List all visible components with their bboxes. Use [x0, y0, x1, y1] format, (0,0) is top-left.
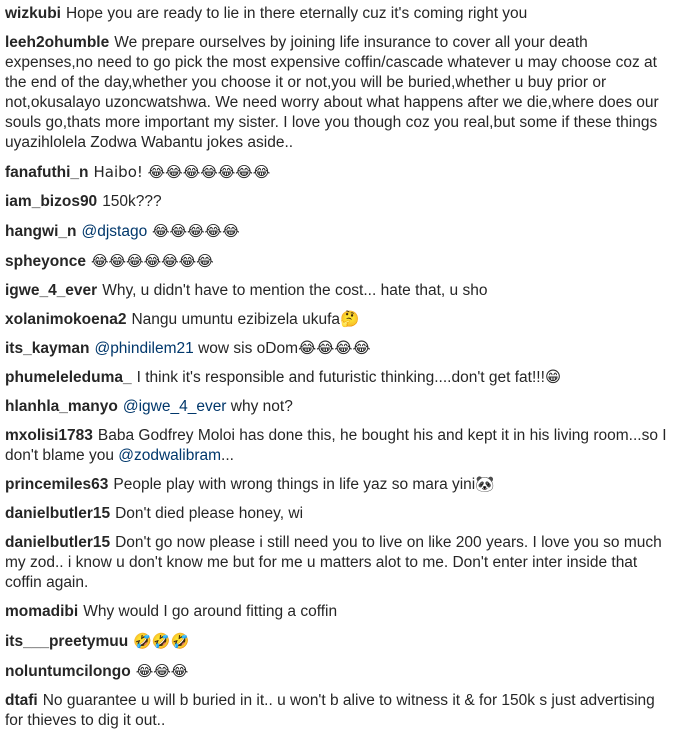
comment-mention[interactable]: @zodwalibram [118, 447, 221, 464]
comment-username[interactable]: its___preetymuu [5, 633, 128, 650]
comment: xolanimokoena2 Nangu umuntu ezibizela uku… [5, 310, 676, 330]
comment-text: 😂😂😂 [135, 662, 189, 680]
comment-username[interactable]: princemiles63 [5, 476, 108, 493]
comment-text: People play with wrong things in life ya… [113, 476, 495, 493]
comment: its_kayman @phindilem21 wow sis oDom😂😂😂😂 [5, 339, 676, 359]
comment-username[interactable]: danielbutler15 [5, 505, 110, 522]
comment-username[interactable]: iam_bizos90 [5, 193, 97, 210]
comment-username[interactable]: igwe_4_ever [5, 282, 97, 299]
comment-text: 150k??? [102, 193, 162, 210]
comment: momadibi Why would I go around fitting a … [5, 602, 676, 622]
comment-text: Hope you are ready to lie in there etern… [65, 5, 528, 22]
comment-username[interactable]: hangwi_n [5, 223, 76, 240]
comment-username[interactable]: spheyonce [5, 253, 86, 270]
comment: phumeleleduma_ I think it's responsible a… [5, 368, 676, 388]
comment-text: 😂😂😂😂😂 [147, 222, 240, 240]
comment: princemiles63 People play with wrong thin… [5, 475, 676, 495]
comment-mention[interactable]: @igwe_4_ever [123, 398, 227, 415]
comment: leeh2ohumble We prepare ourselves by join… [5, 33, 676, 153]
comment-username[interactable]: hlanhla_manyo [5, 398, 118, 415]
comment-mention[interactable]: @djstago [81, 223, 147, 240]
comment: mxolisi1783 Baba Godfrey Moloi has done t… [5, 426, 676, 466]
comment-text: Haibo! 😂😂😂😂😂😂😂 [93, 163, 271, 181]
comment: igwe_4_ever Why, u didn't have to mention… [5, 281, 676, 301]
comment-username[interactable]: fanafuthi_n [5, 164, 89, 181]
comment: danielbutler15 Don't go now please i stil… [5, 533, 676, 593]
comment-text: 🤣🤣🤣 [133, 632, 190, 650]
comment: spheyonce 😂😂😂😂😂😂😂 [5, 251, 676, 272]
comment-username[interactable]: leeh2ohumble [5, 34, 109, 51]
comment-username[interactable]: danielbutler15 [5, 534, 110, 551]
comment: noluntumcilongo 😂😂😂 [5, 661, 676, 682]
comment-text: 😂😂😂😂😂😂😂 [90, 252, 214, 270]
comment-username[interactable]: xolanimokoena2 [5, 311, 126, 328]
comment-username[interactable]: wizkubi [5, 5, 61, 22]
comment-username[interactable]: its_kayman [5, 340, 89, 357]
comment: wizkubi Hope you are ready to lie in ther… [5, 4, 676, 24]
comment-username[interactable]: momadibi [5, 603, 78, 620]
comment-text: Don't died please honey, wi [115, 505, 304, 522]
comment-username[interactable]: mxolisi1783 [5, 427, 93, 444]
comment-text: I think it's responsible and futuristic … [136, 369, 562, 386]
comment-text: We prepare ourselves by joining life ins… [5, 34, 659, 151]
comment-mention[interactable]: @phindilem21 [94, 340, 193, 357]
comment: iam_bizos90 150k??? [5, 192, 676, 212]
comment-text: Why, u didn't have to mention the cost..… [102, 282, 488, 299]
comment-text: No guarantee u will b buried in it.. u w… [5, 692, 655, 729]
comment: fanafuthi_n Haibo! 😂😂😂😂😂😂😂 [5, 162, 676, 183]
comment: danielbutler15 Don't died please honey, w… [5, 504, 676, 524]
comment: hangwi_n @djstago 😂😂😂😂😂 [5, 221, 676, 242]
comment-username[interactable]: noluntumcilongo [5, 663, 131, 680]
comment: hlanhla_manyo @igwe_4_ever why not? [5, 397, 676, 417]
comment-text-end: ... [221, 447, 234, 464]
comment: its___preetymuu 🤣🤣🤣 [5, 631, 676, 652]
comment-text: Why would I go around fitting a coffin [83, 603, 338, 620]
comment: dtafi No guarantee u will b buried in it.… [5, 691, 676, 731]
comment-text: wow sis oDom😂😂😂😂 [193, 340, 371, 357]
comment-text: Nangu umuntu ezibizela ukufa🤔 [131, 311, 360, 328]
comment-username[interactable]: dtafi [5, 692, 38, 709]
comment-text: why not? [226, 398, 293, 415]
comment-list: wizkubi Hope you are ready to lie in ther… [0, 0, 686, 731]
comment-text: Baba Godfrey Moloi has done this, he bou… [5, 427, 667, 464]
comment-username[interactable]: phumeleleduma_ [5, 369, 132, 386]
